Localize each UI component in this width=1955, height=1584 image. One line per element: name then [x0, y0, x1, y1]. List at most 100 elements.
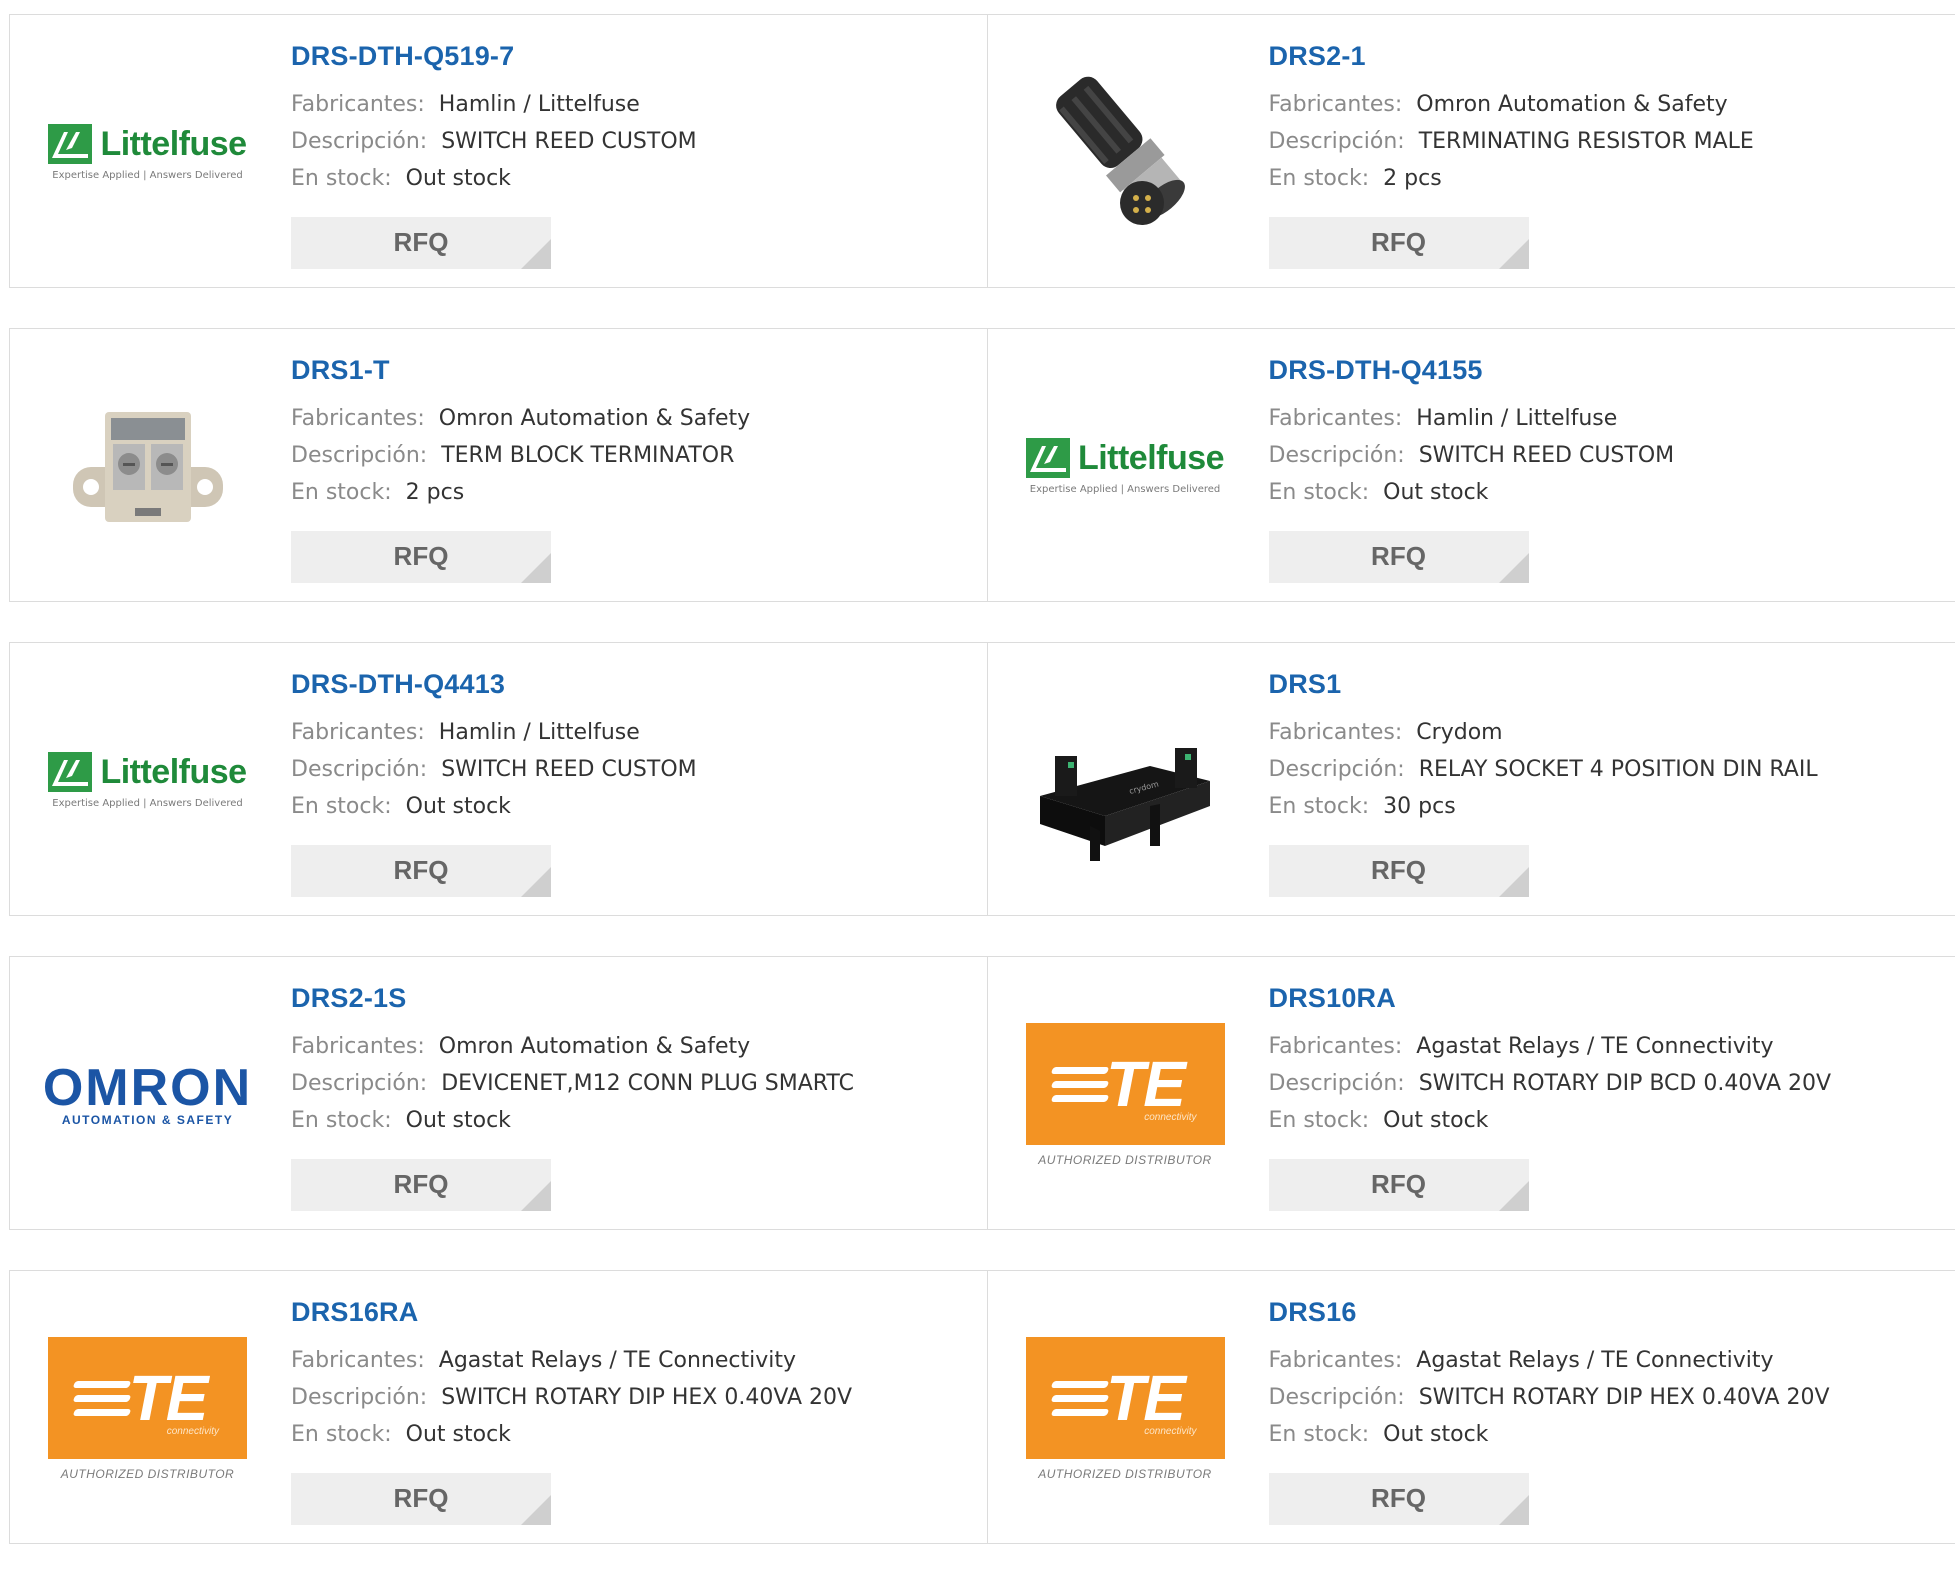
description-label: Descripción:: [1269, 443, 1405, 468]
te-authorized-text: AUTHORIZED DISTRIBUTOR: [61, 1467, 234, 1481]
part-number-link[interactable]: DRS-DTH-Q4413: [291, 669, 697, 700]
omron-name: OMRON: [43, 1063, 252, 1113]
description-value: RELAY SOCKET 4 POSITION DIN RAIL: [1419, 757, 1818, 782]
part-number-link[interactable]: DRS2-1: [1269, 41, 1754, 72]
te-authorized-text: AUTHORIZED DISTRIBUTOR: [1038, 1153, 1211, 1167]
description-label: Descripción:: [291, 129, 427, 154]
product-image[interactable]: Littelfuse Expertise Applied | Answers D…: [48, 53, 247, 252]
manufacturer-label: Fabricantes:: [291, 1348, 425, 1373]
omron-logo: OMRON AUTOMATION & SAFETY: [43, 1063, 252, 1127]
rfq-button[interactable]: RFQ: [291, 1473, 551, 1525]
te-logo: TE connectivity AUTHORIZED DISTRIBUTOR: [1026, 1337, 1225, 1481]
product-image[interactable]: crydom: [1026, 681, 1225, 880]
manufacturer-value: Hamlin / Littelfuse: [439, 92, 640, 117]
description-label: Descripción:: [1269, 1385, 1405, 1410]
manufacturer-value: Omron Automation & Safety: [439, 1034, 750, 1059]
manufacturer-label: Fabricantes:: [1269, 92, 1403, 117]
product-image[interactable]: [1026, 53, 1225, 252]
rfq-button[interactable]: RFQ: [291, 845, 551, 897]
te-logo-box: TE connectivity: [1026, 1337, 1225, 1459]
corner-triangle-icon: [1499, 1495, 1529, 1525]
stock-label: En stock:: [291, 1422, 392, 1447]
te-sub: connectivity: [1144, 1112, 1196, 1123]
stock-label: En stock:: [1269, 480, 1370, 505]
stock-label: En stock:: [1269, 794, 1370, 819]
product-image[interactable]: Littelfuse Expertise Applied | Answers D…: [1026, 367, 1225, 566]
product-image[interactable]: TE connectivity AUTHORIZED DISTRIBUTOR: [48, 1309, 247, 1508]
rfq-button[interactable]: RFQ: [1269, 845, 1529, 897]
part-number-link[interactable]: DRS2-1S: [291, 983, 854, 1014]
description-label: Descripción:: [1269, 129, 1405, 154]
rfq-button[interactable]: RFQ: [1269, 1159, 1529, 1211]
manufacturer-label: Fabricantes:: [1269, 1034, 1403, 1059]
product-row: OMRON AUTOMATION & SAFETY DRS2-1S Fabric…: [9, 956, 1955, 1230]
stock-label: En stock:: [291, 166, 392, 191]
manufacturer-value: Omron Automation & Safety: [439, 406, 750, 431]
part-number-link[interactable]: DRS16: [1269, 1297, 1830, 1328]
product-row: DRS1-T Fabricantes: Omron Automation & Sa…: [9, 328, 1955, 602]
product-card: DRS1-T Fabricantes: Omron Automation & Sa…: [10, 329, 987, 601]
stock-label: En stock:: [1269, 1422, 1370, 1447]
product-info: DRS16 Fabricantes:Agastat Relays / TE Co…: [1269, 1297, 1830, 1453]
manufacturer-value: Agastat Relays / TE Connectivity: [1416, 1348, 1773, 1373]
manufacturer-value: Hamlin / Littelfuse: [439, 720, 640, 745]
description-value: SWITCH REED CUSTOM: [441, 757, 696, 782]
corner-triangle-icon: [1499, 553, 1529, 583]
littelfuse-logo: Littelfuse Expertise Applied | Answers D…: [48, 124, 246, 181]
product-card: Littelfuse Expertise Applied | Answers D…: [987, 329, 1955, 601]
te-lines-icon: [1052, 1067, 1108, 1109]
stock-label: En stock:: [1269, 166, 1370, 191]
rfq-label: RFQ: [1269, 227, 1529, 258]
product-image[interactable]: TE connectivity AUTHORIZED DISTRIBUTOR: [1026, 995, 1225, 1194]
manufacturer-value: Hamlin / Littelfuse: [1416, 406, 1617, 431]
product-image[interactable]: [48, 367, 247, 566]
corner-triangle-icon: [521, 1495, 551, 1525]
rfq-button[interactable]: RFQ: [1269, 1473, 1529, 1525]
product-info: DRS2-1S Fabricantes:Omron Automation & S…: [291, 983, 854, 1139]
te-logo-box: TE connectivity: [48, 1337, 247, 1459]
part-number-link[interactable]: DRS1: [1269, 669, 1818, 700]
product-image[interactable]: OMRON AUTOMATION & SAFETY: [48, 995, 247, 1194]
stock-value: Out stock: [406, 794, 511, 819]
product-card: DRS2-1 Fabricantes:Omron Automation & Sa…: [987, 15, 1955, 287]
rfq-button[interactable]: RFQ: [291, 217, 551, 269]
rfq-label: RFQ: [1269, 1483, 1529, 1514]
rfq-button[interactable]: RFQ: [291, 531, 551, 583]
part-number-link[interactable]: DRS-DTH-Q519-7: [291, 41, 697, 72]
rfq-label: RFQ: [291, 1169, 551, 1200]
part-number-link[interactable]: DRS10RA: [1269, 983, 1832, 1014]
corner-triangle-icon: [521, 239, 551, 269]
product-image[interactable]: Littelfuse Expertise Applied | Answers D…: [48, 681, 247, 880]
stock-value: Out stock: [1383, 1108, 1488, 1133]
description-value: SWITCH REED CUSTOM: [441, 129, 696, 154]
part-number-link[interactable]: DRS1-T: [291, 355, 750, 386]
rfq-label: RFQ: [291, 1483, 551, 1514]
stock-value: 2 pcs: [406, 480, 465, 505]
description-value: TERM BLOCK TERMINATOR: [441, 443, 734, 468]
te-name: TE: [1106, 1361, 1184, 1435]
part-number-link[interactable]: DRS16RA: [291, 1297, 852, 1328]
stock-value: Out stock: [1383, 1422, 1488, 1447]
te-sub: connectivity: [1144, 1426, 1196, 1437]
littelfuse-tagline: Expertise Applied | Answers Delivered: [52, 170, 243, 181]
stock-value: Out stock: [406, 166, 511, 191]
manufacturer-value: Agastat Relays / TE Connectivity: [439, 1348, 796, 1373]
part-number-link[interactable]: DRS-DTH-Q4155: [1269, 355, 1675, 386]
littelfuse-mark-icon: [48, 752, 92, 792]
manufacturer-label: Fabricantes:: [291, 406, 425, 431]
product-grid: Littelfuse Expertise Applied | Answers D…: [9, 14, 1955, 1584]
rfq-button[interactable]: RFQ: [291, 1159, 551, 1211]
product-info: DRS1 Fabricantes:Crydom Descripción:RELA…: [1269, 669, 1818, 825]
te-logo-box: TE connectivity: [1026, 1023, 1225, 1145]
littelfuse-tagline: Expertise Applied | Answers Delivered: [52, 798, 243, 809]
stock-label: En stock:: [291, 794, 392, 819]
corner-triangle-icon: [521, 1181, 551, 1211]
littelfuse-mark-icon: [48, 124, 92, 164]
rfq-button[interactable]: RFQ: [1269, 217, 1529, 269]
corner-triangle-icon: [521, 553, 551, 583]
description-label: Descripción:: [291, 1071, 427, 1096]
rfq-label: RFQ: [291, 227, 551, 258]
product-image[interactable]: TE connectivity AUTHORIZED DISTRIBUTOR: [1026, 1309, 1225, 1508]
rfq-button[interactable]: RFQ: [1269, 531, 1529, 583]
te-name: TE: [1106, 1047, 1184, 1121]
